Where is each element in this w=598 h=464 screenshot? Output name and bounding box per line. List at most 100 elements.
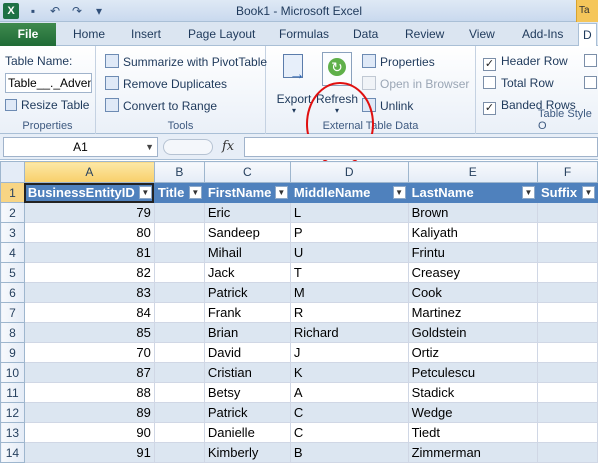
row-header[interactable]: 11 bbox=[0, 382, 25, 403]
table-cell[interactable]: Goldstein bbox=[407, 322, 538, 343]
table-cell[interactable] bbox=[536, 342, 598, 363]
table-cell[interactable]: Kaliyath bbox=[407, 222, 538, 243]
table-header-cell[interactable]: FirstName ▼ bbox=[203, 182, 291, 203]
row-header[interactable]: 5 bbox=[0, 262, 25, 283]
table-cell[interactable] bbox=[153, 382, 205, 403]
tab-data[interactable]: Data bbox=[353, 27, 378, 41]
column-header[interactable]: E bbox=[407, 161, 538, 183]
row-header[interactable]: 2 bbox=[0, 202, 25, 223]
filter-dropdown-icon[interactable]: ▼ bbox=[392, 186, 406, 199]
row-header[interactable]: 14 bbox=[0, 442, 25, 463]
table-cell[interactable]: Cook bbox=[407, 282, 538, 303]
table-cell[interactable]: Patrick bbox=[203, 282, 291, 303]
table-cell[interactable]: R bbox=[289, 302, 409, 323]
name-box[interactable]: A1 ▼ bbox=[3, 137, 158, 157]
export-button[interactable]: → Export ▾ bbox=[274, 52, 314, 115]
tab-add-ins[interactable]: Add-Ins bbox=[522, 27, 563, 41]
table-cell[interactable]: B bbox=[289, 442, 409, 463]
table-cell[interactable] bbox=[153, 202, 205, 223]
table-cell[interactable]: 91 bbox=[23, 442, 155, 463]
first-column-checkbox[interactable] bbox=[584, 54, 598, 68]
row-header[interactable]: 3 bbox=[0, 222, 25, 243]
table-cell[interactable]: 82 bbox=[23, 262, 155, 283]
table-cell[interactable] bbox=[536, 362, 598, 383]
table-cell[interactable] bbox=[536, 302, 598, 323]
table-cell[interactable] bbox=[153, 282, 205, 303]
column-header[interactable]: A bbox=[23, 161, 155, 183]
table-cell[interactable] bbox=[153, 422, 205, 443]
table-cell[interactable]: 80 bbox=[23, 222, 155, 243]
table-cell[interactable]: 84 bbox=[23, 302, 155, 323]
table-cell[interactable]: C bbox=[289, 402, 409, 423]
table-cell[interactable]: Frank bbox=[203, 302, 291, 323]
column-header[interactable]: B bbox=[153, 161, 205, 183]
resize-table-button[interactable]: Resize Table bbox=[5, 98, 89, 112]
table-cell[interactable]: K bbox=[289, 362, 409, 383]
table-cell[interactable]: Brian bbox=[203, 322, 291, 343]
row-header[interactable]: 8 bbox=[0, 322, 25, 343]
table-cell[interactable]: Wedge bbox=[407, 402, 538, 423]
table-cell[interactable] bbox=[153, 402, 205, 423]
table-header-cell[interactable]: LastName ▼ bbox=[407, 182, 538, 203]
tab-insert[interactable]: Insert bbox=[131, 27, 161, 41]
table-cell[interactable]: P bbox=[289, 222, 409, 243]
row-header[interactable]: 6 bbox=[0, 282, 25, 303]
row-header[interactable]: 10 bbox=[0, 362, 25, 383]
table-cell[interactable]: Mihail bbox=[203, 242, 291, 263]
table-cell[interactable]: 70 bbox=[23, 342, 155, 363]
table-cell[interactable] bbox=[536, 262, 598, 283]
tab-review[interactable]: Review bbox=[405, 27, 444, 41]
row-header[interactable]: 13 bbox=[0, 422, 25, 443]
table-cell[interactable]: J bbox=[289, 342, 409, 363]
table-cell[interactable] bbox=[153, 242, 205, 263]
table-cell[interactable]: A bbox=[289, 382, 409, 403]
table-cell[interactable]: Cristian bbox=[203, 362, 291, 383]
table-tools-context-tab[interactable]: Ta bbox=[576, 0, 598, 22]
table-cell[interactable]: C bbox=[289, 422, 409, 443]
table-cell[interactable]: 89 bbox=[23, 402, 155, 423]
table-cell[interactable]: Danielle bbox=[203, 422, 291, 443]
column-header[interactable]: C bbox=[203, 161, 291, 183]
table-cell[interactable]: 90 bbox=[23, 422, 155, 443]
table-cell[interactable]: Betsy bbox=[203, 382, 291, 403]
table-cell[interactable]: 85 bbox=[23, 322, 155, 343]
table-cell[interactable]: 83 bbox=[23, 282, 155, 303]
formula-bar-expand-control[interactable] bbox=[163, 139, 213, 155]
table-cell[interactable]: Brown bbox=[407, 202, 538, 223]
table-cell[interactable] bbox=[536, 222, 598, 243]
table-cell[interactable] bbox=[153, 262, 205, 283]
remove-duplicates-button[interactable]: Remove Duplicates bbox=[105, 76, 227, 91]
table-cell[interactable]: Martinez bbox=[407, 302, 538, 323]
table-cell[interactable]: 88 bbox=[23, 382, 155, 403]
table-cell[interactable] bbox=[153, 222, 205, 243]
row-header[interactable]: 9 bbox=[0, 342, 25, 363]
insert-function-button[interactable]: fx bbox=[222, 139, 234, 154]
tab-design[interactable]: D bbox=[578, 23, 597, 46]
table-cell[interactable]: T bbox=[289, 262, 409, 283]
table-cell[interactable] bbox=[153, 322, 205, 343]
table-cell[interactable]: M bbox=[289, 282, 409, 303]
convert-to-range-button[interactable]: Convert to Range bbox=[105, 98, 217, 113]
table-cell[interactable] bbox=[536, 322, 598, 343]
table-header-cell[interactable]: MiddleName ▼ bbox=[289, 182, 409, 203]
tab-formulas[interactable]: Formulas bbox=[279, 27, 329, 41]
table-cell[interactable]: Patrick bbox=[203, 402, 291, 423]
table-cell[interactable] bbox=[153, 442, 205, 463]
total-row-checkbox[interactable]: Total Row bbox=[483, 76, 554, 90]
tab-page-layout[interactable]: Page Layout bbox=[188, 27, 255, 41]
table-cell[interactable]: Jack bbox=[203, 262, 291, 283]
table-cell[interactable] bbox=[536, 242, 598, 263]
filter-dropdown-icon[interactable]: ▼ bbox=[188, 186, 202, 199]
table-cell[interactable]: Sandeep bbox=[203, 222, 291, 243]
table-cell[interactable] bbox=[536, 202, 598, 223]
table-cell[interactable] bbox=[153, 302, 205, 323]
table-cell[interactable] bbox=[153, 362, 205, 383]
table-cell[interactable]: Frintu bbox=[407, 242, 538, 263]
table-cell[interactable]: David bbox=[203, 342, 291, 363]
last-column-checkbox[interactable] bbox=[584, 76, 598, 90]
column-header[interactable]: D bbox=[289, 161, 409, 183]
table-cell[interactable] bbox=[536, 422, 598, 443]
table-cell[interactable]: 81 bbox=[23, 242, 155, 263]
table-cell[interactable]: Zimmerman bbox=[407, 442, 538, 463]
table-cell[interactable]: Ortiz bbox=[407, 342, 538, 363]
